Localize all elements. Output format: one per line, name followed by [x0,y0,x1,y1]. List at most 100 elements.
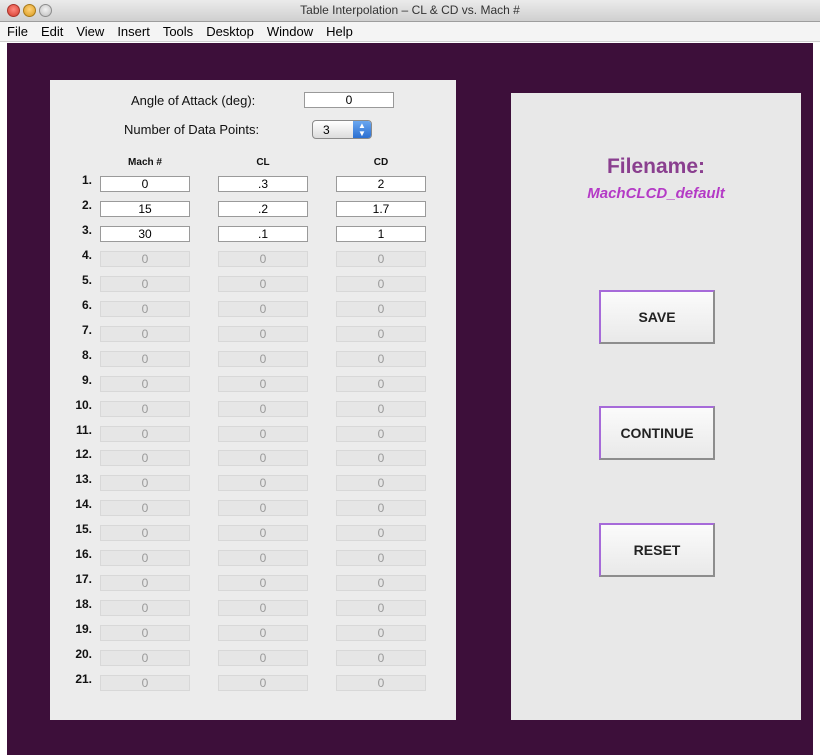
cd-cell: 0 [336,475,426,492]
cd-cell: 0 [336,400,426,417]
cd-cell[interactable]: 2 [336,176,426,192]
menu-tools[interactable]: Tools [163,24,193,39]
mach-cell: 0 [100,675,190,691]
row-number: 18. [75,597,92,612]
row-number: 7. [81,322,92,337]
mach-cell: 0 [100,475,190,492]
cl-cell: 0 [218,675,308,691]
menu-help[interactable]: Help [326,24,353,39]
mach-cell: 0 [100,600,190,617]
num-points-value: 3 [323,123,330,137]
mach-cell: 0 [100,425,190,442]
data-table-panel: Angle of Attack (deg): 0 Number of Data … [50,80,456,720]
row-number: 21. [75,672,92,686]
cl-cell[interactable]: .3 [218,176,308,192]
table-row: 16. 0 0 0 [50,547,456,567]
mach-cell: 0 [100,650,190,667]
row-number: 6. [81,297,92,312]
table-row: 10. 0 0 0 [50,398,456,418]
mach-cell: 0 [100,375,190,392]
aoa-label: Angle of Attack (deg): [131,93,256,108]
row-number: 11. [75,422,92,437]
table-row: 21. 0 0 0 [50,672,456,692]
menu-desktop[interactable]: Desktop [206,24,254,39]
table-row: 11. 0 0 0 [50,423,456,443]
reset-button[interactable]: RESET [599,523,715,577]
cl-cell: 0 [218,500,308,517]
cd-cell[interactable]: 1 [336,225,426,242]
menu-insert[interactable]: Insert [117,24,150,39]
table-row: 15. 0 0 0 [50,522,456,542]
mach-cell: 0 [100,550,190,567]
table-row: 4. 0 0 0 [50,248,456,268]
mach-cell: 0 [100,250,190,267]
row-number: 15. [75,522,92,537]
num-points-select[interactable]: 3 ▲ ▼ [312,120,372,139]
table-row: 19. 0 0 0 [50,622,456,642]
row-number: 14. [75,497,92,512]
cd-cell: 0 [336,625,426,642]
cd-cell: 0 [336,575,426,592]
column-header-mach: Mach # [128,157,162,168]
row-number: 9. [81,372,92,387]
table-row: 12. 0 0 0 [50,447,456,467]
cd-cell: 0 [336,600,426,617]
table-row: 17. 0 0 0 [50,572,456,592]
column-header-cl: CL [256,157,270,168]
cl-cell: 0 [218,350,308,367]
table-row: 1. 0 .3 2 [50,173,456,193]
cd-cell[interactable]: 1.7 [336,200,426,217]
cd-cell: 0 [336,500,426,517]
cl-cell: 0 [218,625,308,642]
cl-cell: 0 [218,325,308,342]
menu-edit[interactable]: Edit [41,24,63,39]
cl-cell: 0 [218,425,308,442]
table-row: 7. 0 0 0 [50,323,456,343]
mach-cell: 0 [100,275,190,292]
cd-cell: 0 [336,350,426,367]
row-number: 16. [75,547,92,562]
title-bar: Table Interpolation – CL & CD vs. Mach # [0,0,820,22]
menu-bar: File Edit View Insert Tools Desktop Wind… [0,22,820,42]
mach-cell: 0 [100,325,190,342]
cl-cell[interactable]: .1 [218,225,308,242]
aoa-input[interactable]: 0 [304,92,394,108]
cd-cell: 0 [336,550,426,567]
mach-cell[interactable]: 15 [100,200,190,217]
cd-cell: 0 [336,300,426,317]
cl-cell: 0 [218,475,308,492]
column-header-cd: CD [373,157,389,168]
row-number: 12. [75,447,92,462]
cl-cell: 0 [218,550,308,567]
row-number: 17. [75,572,92,587]
cd-cell: 0 [336,675,426,691]
mach-cell[interactable]: 30 [100,225,190,242]
menu-view[interactable]: View [76,24,104,39]
continue-button[interactable]: CONTINUE [599,406,715,460]
cl-cell[interactable]: .2 [218,200,308,217]
save-button[interactable]: SAVE [599,290,715,344]
cl-cell: 0 [218,450,308,467]
row-number: 1. [81,173,92,187]
cd-cell: 0 [336,450,426,467]
row-number: 10. [75,397,92,412]
row-number: 5. [81,272,92,287]
menu-window[interactable]: Window [267,24,313,39]
row-number: 2. [81,197,92,212]
cl-cell: 0 [218,650,308,667]
mach-cell[interactable]: 0 [100,176,190,192]
cd-cell: 0 [336,325,426,342]
cl-cell: 0 [218,275,308,292]
mach-cell: 0 [100,350,190,367]
cd-cell: 0 [336,275,426,292]
filename-value: MachCLCD_default [587,185,725,202]
figure-area: Angle of Attack (deg): 0 Number of Data … [7,43,813,755]
cd-cell: 0 [336,250,426,267]
row-number: 3. [81,222,92,237]
table-row: 8. 0 0 0 [50,348,456,368]
row-number: 19. [75,622,92,637]
mach-cell: 0 [100,450,190,467]
mach-cell: 0 [100,525,190,542]
menu-file[interactable]: File [7,24,28,39]
cl-cell: 0 [218,400,308,417]
